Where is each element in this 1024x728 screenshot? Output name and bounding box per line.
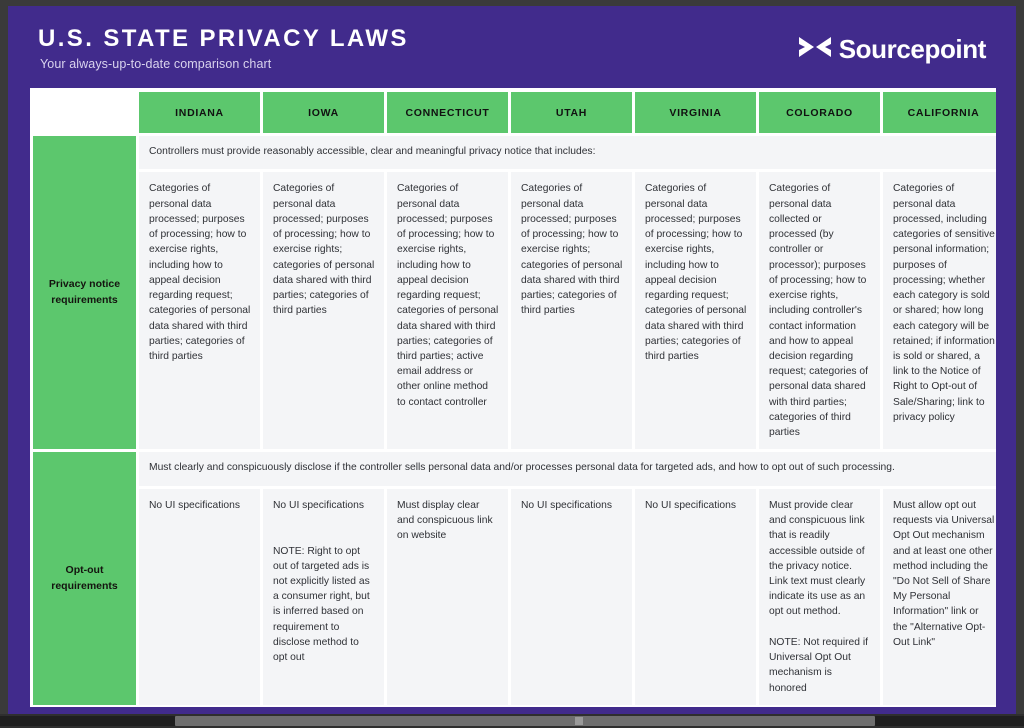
- privacy-laws-page: U.S. STATE PRIVACY LAWS Your always-up-t…: [8, 6, 1016, 716]
- row-label-opt-out-requirements: Opt-out requirements: [33, 452, 136, 705]
- row-note-privacy-notice: Controllers must provide reasonably acce…: [139, 136, 996, 170]
- sourcepoint-logo: Sourcepoint: [798, 20, 992, 65]
- row-label-privacy-notice-requirements: Privacy notice requirements: [33, 136, 136, 450]
- scrollbar-grip[interactable]: [575, 717, 583, 725]
- logo-wordmark: Sourcepoint: [838, 34, 987, 64]
- cell-privacy-notice-iowa: Categories of personal data processed; p…: [263, 172, 384, 450]
- cell-privacy-notice-utah: Categories of personal data processed; p…: [511, 172, 632, 450]
- table-body: Privacy notice requirements Controllers …: [33, 136, 996, 707]
- cell-opt-out-california: Must allow opt out requests via Universa…: [883, 488, 996, 705]
- cell-privacy-notice-connecticut: Categories of personal data processed; p…: [387, 172, 508, 450]
- comparison-table-panel: INDIANA IOWA CONNECTICUT UTAH VIRGINIA C…: [30, 88, 996, 707]
- header-row: INDIANA IOWA CONNECTICUT UTAH VIRGINIA C…: [33, 92, 996, 133]
- cell-opt-out-colorado: Must provide clear and conspicuous link …: [759, 488, 880, 705]
- column-header-colorado: COLORADO: [759, 92, 880, 133]
- row-note-opt-out: Must clearly and conspicuously disclose …: [139, 452, 996, 486]
- title-block: U.S. STATE PRIVACY LAWS Your always-up-t…: [38, 20, 409, 71]
- column-header-utah: UTAH: [511, 92, 632, 133]
- cell-opt-out-virginia: No UI specifications: [635, 488, 756, 705]
- cell-opt-out-utah: No UI specifications: [511, 488, 632, 705]
- cell-privacy-notice-california: Categories of personal data processed, i…: [883, 172, 996, 450]
- screen: U.S. STATE PRIVACY LAWS Your always-up-t…: [0, 0, 1024, 728]
- table-head: INDIANA IOWA CONNECTICUT UTAH VIRGINIA C…: [33, 92, 996, 133]
- table-row: No UI specifications No UI specification…: [33, 488, 996, 705]
- table-row: Opt-out requirements Must clearly and co…: [33, 452, 996, 705]
- horizontal-scrollbar[interactable]: [0, 714, 1024, 728]
- cell-privacy-notice-indiana: Categories of personal data processed; p…: [139, 172, 260, 450]
- table-row: Privacy notice requirements Controllers …: [33, 136, 996, 450]
- column-header-connecticut: CONNECTICUT: [387, 92, 508, 133]
- table-row: Categories of personal data processed; p…: [33, 172, 996, 450]
- cell-opt-out-connecticut: Must display clear and conspicuous link …: [387, 488, 508, 705]
- column-header-california: CALIFORNIA: [883, 92, 996, 133]
- cell-opt-out-indiana: No UI specifications: [139, 488, 260, 705]
- cell-privacy-notice-virginia: Categories of personal data processed; p…: [635, 172, 756, 450]
- column-header-indiana: INDIANA: [139, 92, 260, 133]
- table-corner: [33, 92, 136, 133]
- page-title: U.S. STATE PRIVACY LAWS: [38, 25, 409, 52]
- cell-privacy-notice-colorado: Categories of personal data collected or…: [759, 172, 880, 450]
- scrollbar-thumb[interactable]: [175, 716, 875, 726]
- page-header: U.S. STATE PRIVACY LAWS Your always-up-t…: [8, 6, 1016, 88]
- arrows-inward-icon: [798, 35, 832, 64]
- column-header-iowa: IOWA: [263, 92, 384, 133]
- column-header-virginia: VIRGINIA: [635, 92, 756, 133]
- page-subtitle: Your always-up-to-date comparison chart: [40, 57, 272, 72]
- state-privacy-comparison-table: INDIANA IOWA CONNECTICUT UTAH VIRGINIA C…: [30, 89, 996, 707]
- cell-opt-out-iowa: No UI specifications NOTE: Right to opt …: [263, 488, 384, 705]
